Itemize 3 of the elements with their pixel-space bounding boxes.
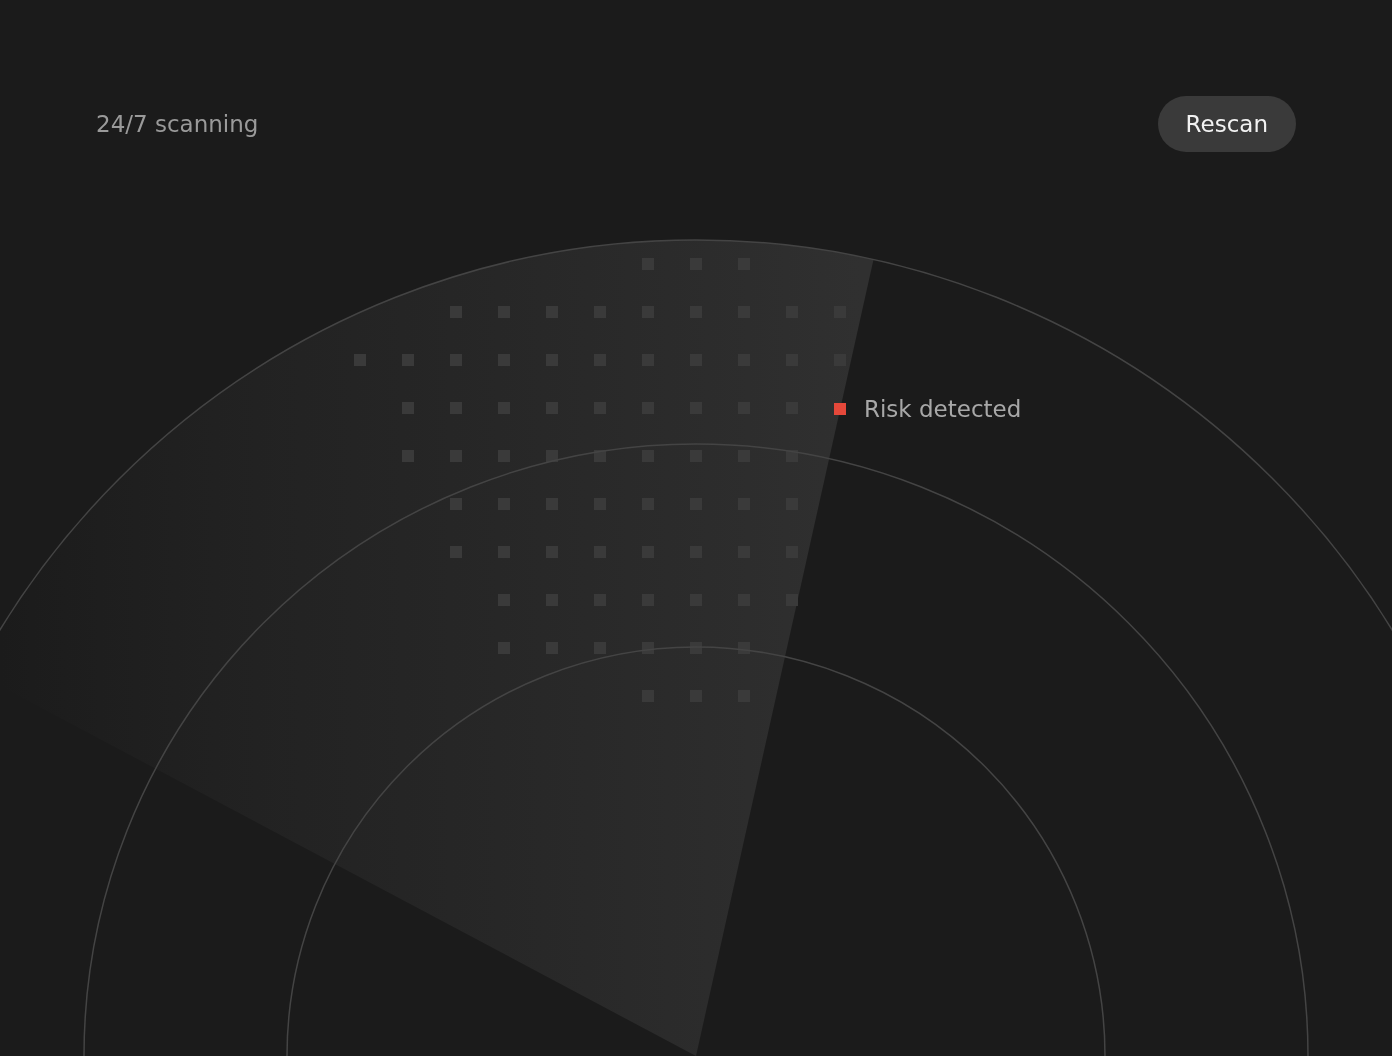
rescan-button[interactable]: Rescan	[1157, 96, 1296, 152]
risk-label: Risk detected	[864, 396, 1022, 422]
status-label: 24/7 scanning	[96, 111, 259, 137]
